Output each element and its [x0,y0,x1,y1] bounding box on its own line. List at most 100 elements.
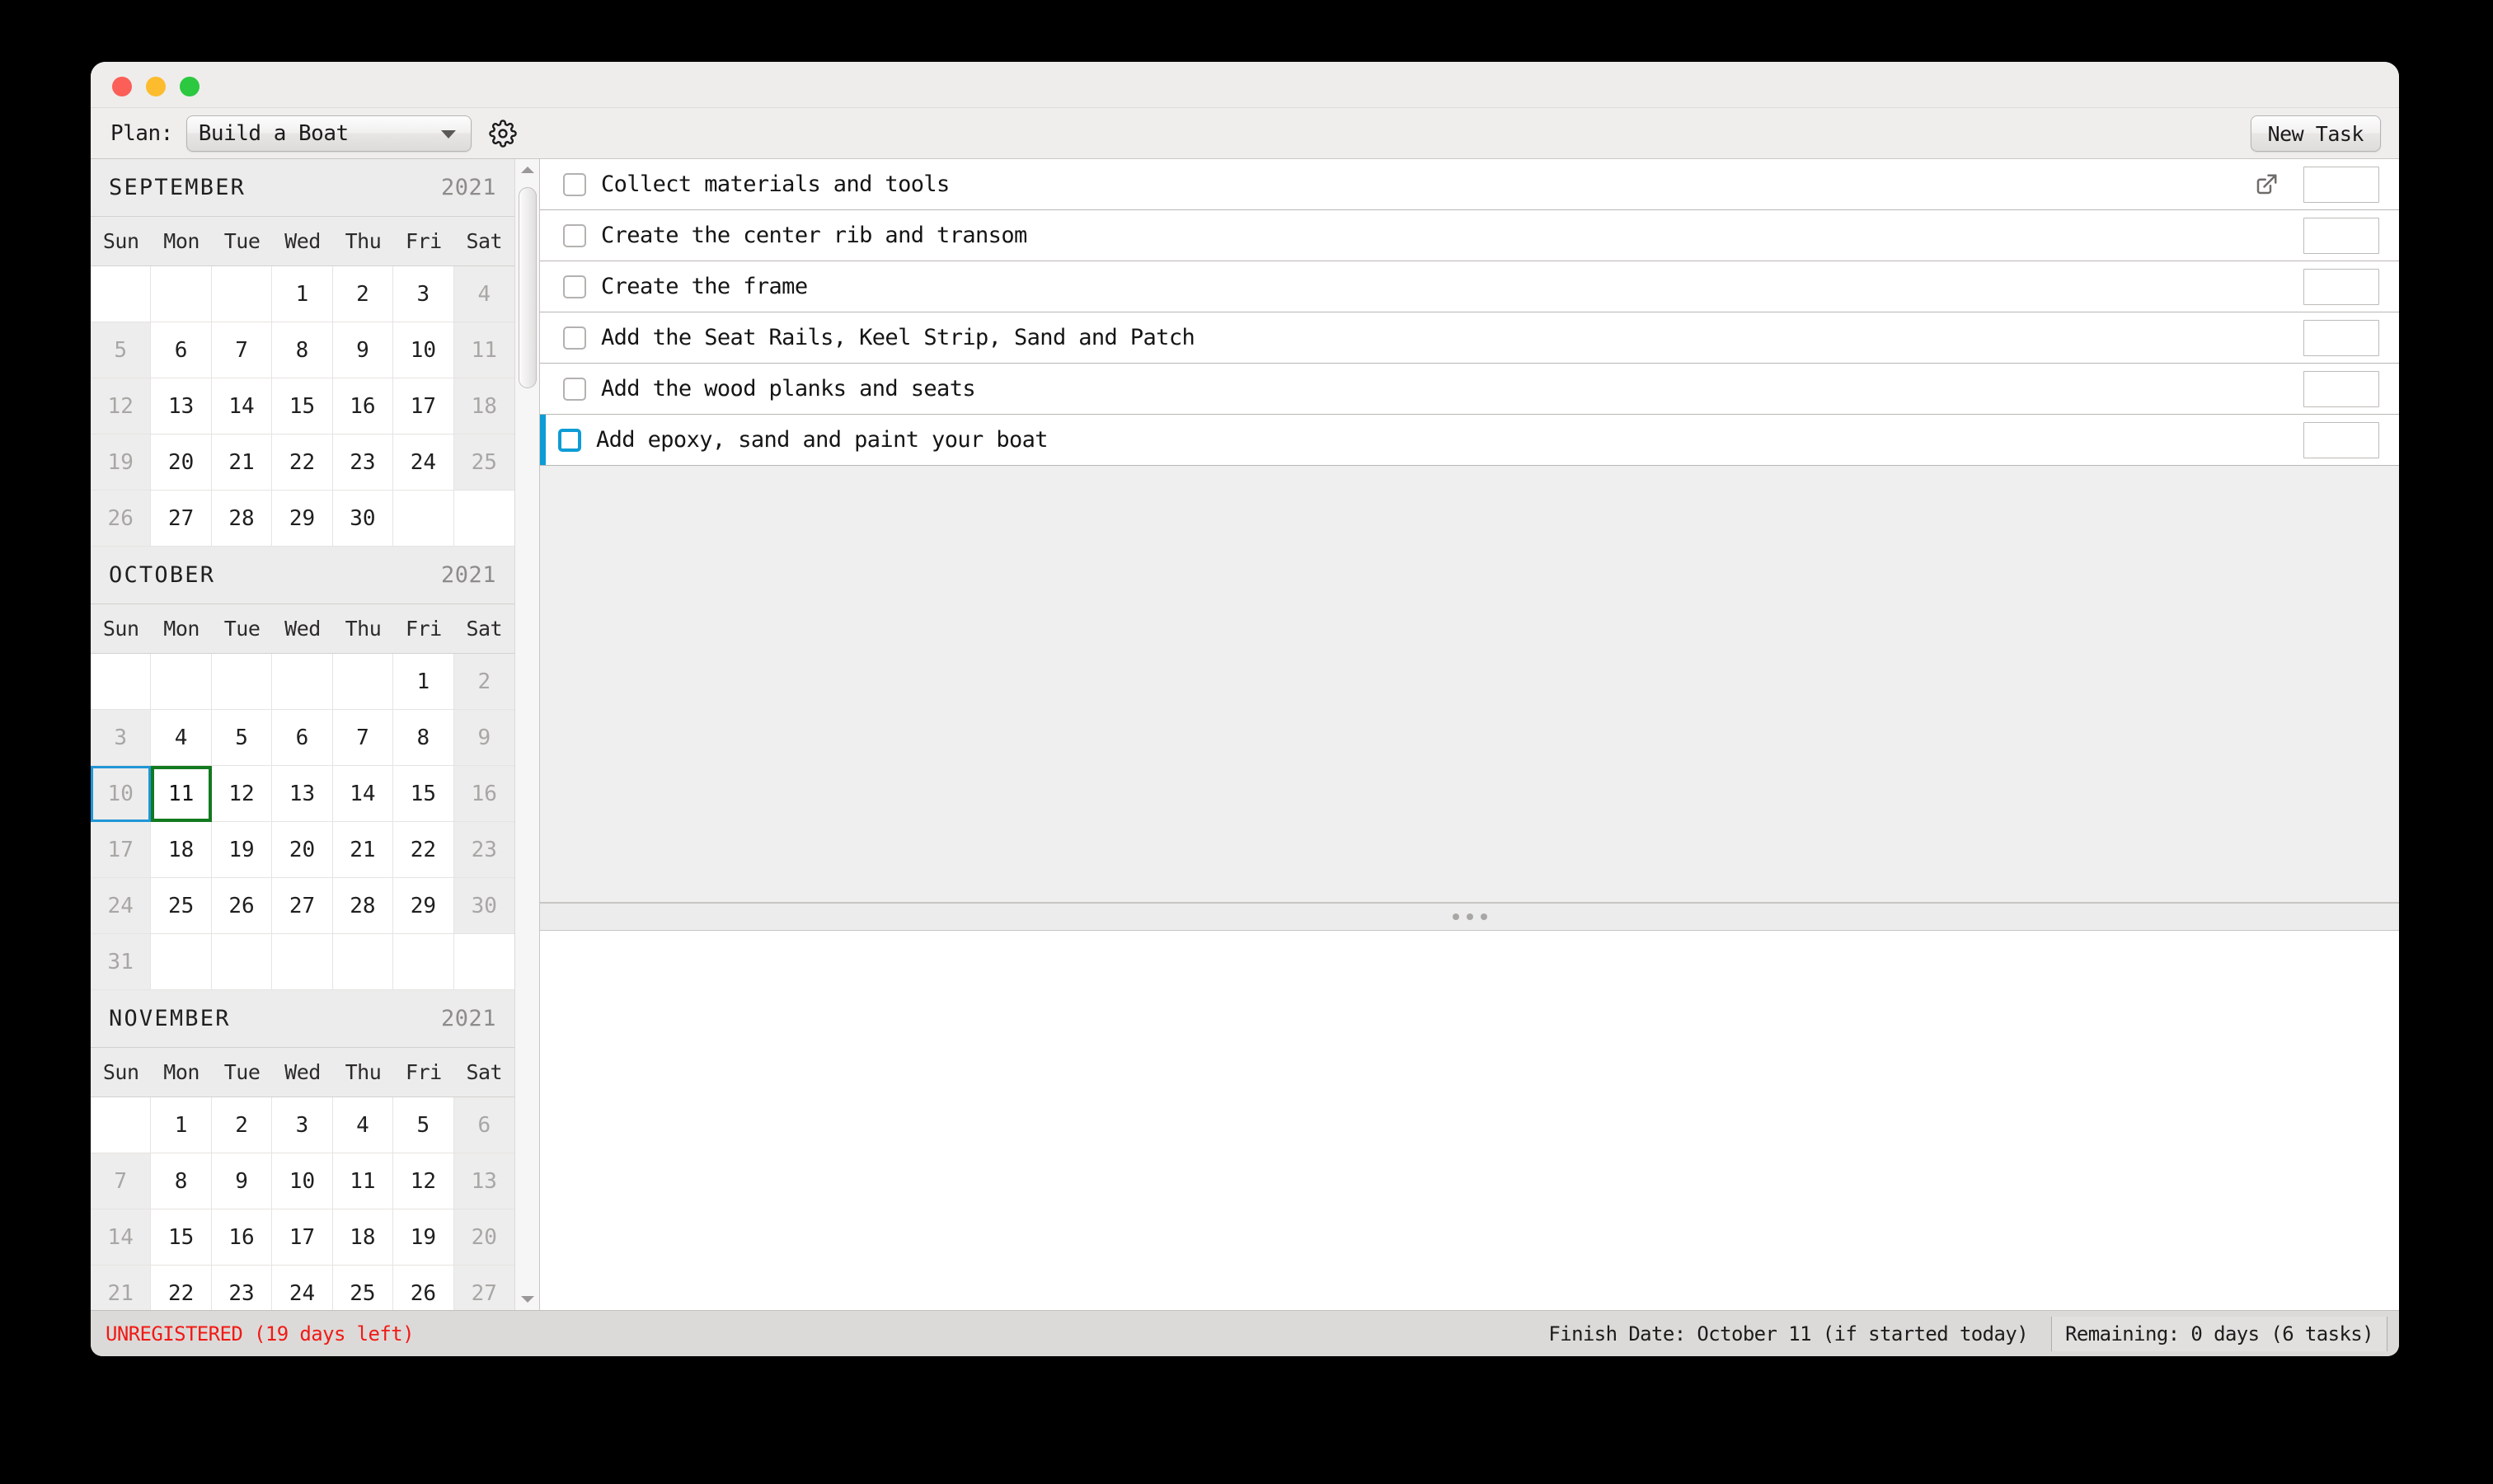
calendar-day-cell[interactable]: 7 [91,1153,152,1209]
calendar-day-cell[interactable]: 9 [453,710,514,766]
calendar-day-cell[interactable]: 19 [91,434,152,491]
scrollbar-thumb[interactable] [519,187,537,388]
calendar-day-cell[interactable]: 4 [453,266,514,322]
calendar-day-cell[interactable]: 3 [91,710,152,766]
calendar-day-cell[interactable]: 10 [393,322,454,378]
task-row[interactable]: Create the frame [540,261,2399,312]
calendar-day-cell[interactable]: 10 [91,766,152,822]
calendar-day-cell[interactable]: 18 [332,1209,394,1266]
calendar-day-cell[interactable]: 6 [272,710,333,766]
task-checkbox[interactable] [563,172,586,196]
calendar-day-cell[interactable]: 23 [211,1266,273,1310]
calendar-day-cell[interactable]: 25 [332,1266,394,1310]
calendar-day-cell[interactable]: 9 [332,322,394,378]
calendar-day-cell[interactable]: 7 [211,322,273,378]
calendar-day-cell[interactable]: 8 [393,710,454,766]
calendar-day-cell[interactable]: 26 [91,491,152,547]
calendar-day-cell[interactable]: 3 [272,1097,333,1153]
calendar-day-cell[interactable]: 15 [393,766,454,822]
calendar-day-cell[interactable]: 14 [91,1209,152,1266]
calendar-day-cell[interactable]: 27 [151,491,212,547]
task-duration-input[interactable] [2303,268,2379,305]
calendar-day-cell[interactable]: 3 [393,266,454,322]
calendar-day-cell[interactable]: 1 [272,266,333,322]
calendar-day-cell[interactable]: 2 [211,1097,273,1153]
calendar-day-cell[interactable]: 6 [151,322,212,378]
task-duration-input[interactable] [2303,217,2379,254]
task-duration-input[interactable] [2303,319,2379,356]
calendar-day-cell[interactable]: 15 [151,1209,212,1266]
calendar-day-cell[interactable]: 18 [151,822,212,878]
calendar-day-cell[interactable]: 12 [393,1153,454,1209]
calendar-day-cell[interactable]: 1 [151,1097,212,1153]
calendar-day-cell[interactable]: 24 [272,1266,333,1310]
calendar-day-cell[interactable]: 21 [211,434,273,491]
calendar-day-cell[interactable]: 5 [393,1097,454,1153]
calendar-day-cell[interactable]: 19 [211,822,273,878]
calendar-day-cell[interactable]: 20 [272,822,333,878]
new-task-button[interactable]: New Task [2250,115,2381,152]
calendar-day-cell[interactable]: 14 [332,766,394,822]
task-row[interactable]: Collect materials and tools [540,159,2399,210]
external-link-icon[interactable] [2252,171,2280,199]
scroll-down-arrow-icon[interactable] [515,1289,539,1310]
calendar-day-cell[interactable]: 18 [453,378,514,434]
calendar-day-cell[interactable]: 22 [272,434,333,491]
calendar-scrollbar[interactable] [514,159,539,1310]
calendar-day-cell[interactable]: 5 [91,322,152,378]
calendar-day-cell[interactable]: 25 [151,878,212,934]
task-checkbox[interactable] [563,275,586,298]
task-detail-pane[interactable] [540,931,2399,1310]
calendar-day-cell[interactable]: 4 [332,1097,394,1153]
calendar-day-cell[interactable]: 13 [453,1153,514,1209]
calendar-day-cell[interactable]: 23 [332,434,394,491]
calendar-day-cell[interactable]: 27 [453,1266,514,1310]
calendar-scroll-area[interactable]: SEPTEMBER 2021 Sun Mon Tue Wed Thu Fri Sat 1 2 3 4 5 6… [91,159,514,1310]
zoom-window-button[interactable] [180,77,200,96]
scroll-up-arrow-icon[interactable] [515,159,539,181]
calendar-day-cell[interactable]: 24 [91,878,152,934]
pane-splitter[interactable] [540,903,2399,931]
calendar-day-cell[interactable]: 2 [332,266,394,322]
calendar-day-cell[interactable]: 26 [393,1266,454,1310]
task-row[interactable]: Add the wood planks and seats [540,364,2399,415]
task-row[interactable]: Add the Seat Rails, Keel Strip, Sand and… [540,312,2399,364]
calendar-day-cell[interactable]: 20 [151,434,212,491]
calendar-day-cell[interactable]: 24 [393,434,454,491]
task-checkbox[interactable] [558,428,581,452]
calendar-day-cell[interactable]: 16 [332,378,394,434]
calendar-day-cell[interactable]: 31 [91,934,152,990]
calendar-day-cell[interactable]: 2 [453,654,514,710]
calendar-day-cell[interactable]: 29 [393,878,454,934]
task-row[interactable]: Add epoxy, sand and paint your boat [540,415,2399,466]
calendar-day-cell[interactable]: 28 [332,878,394,934]
calendar-day-cell[interactable]: 26 [211,878,273,934]
calendar-day-cell[interactable]: 1 [393,654,454,710]
calendar-day-cell[interactable]: 20 [453,1209,514,1266]
calendar-day-cell[interactable]: 21 [91,1266,152,1310]
calendar-day-cell[interactable]: 15 [272,378,333,434]
task-duration-input[interactable] [2303,370,2379,407]
task-checkbox[interactable] [563,223,586,247]
calendar-day-cell[interactable]: 25 [453,434,514,491]
gear-icon[interactable] [486,117,519,150]
calendar-day-cell[interactable]: 17 [91,822,152,878]
calendar-day-cell[interactable]: 23 [453,822,514,878]
calendar-day-cell[interactable]: 14 [211,378,273,434]
close-window-button[interactable] [112,77,132,96]
calendar-day-cell[interactable]: 28 [211,491,273,547]
calendar-day-cell[interactable]: 9 [211,1153,273,1209]
calendar-day-cell[interactable]: 19 [393,1209,454,1266]
calendar-day-cell[interactable]: 30 [332,491,394,547]
calendar-day-cell[interactable]: 11 [332,1153,394,1209]
calendar-day-cell[interactable]: 13 [151,378,212,434]
task-checkbox[interactable] [563,377,586,401]
calendar-day-cell[interactable]: 16 [453,766,514,822]
task-row[interactable]: Create the center rib and transom [540,210,2399,261]
calendar-day-cell[interactable]: 17 [393,378,454,434]
calendar-day-cell[interactable]: 8 [151,1153,212,1209]
calendar-day-cell[interactable]: 21 [332,822,394,878]
calendar-day-cell[interactable]: 10 [272,1153,333,1209]
task-duration-input[interactable] [2303,166,2379,203]
plan-select[interactable]: Build a Boat [185,115,472,152]
